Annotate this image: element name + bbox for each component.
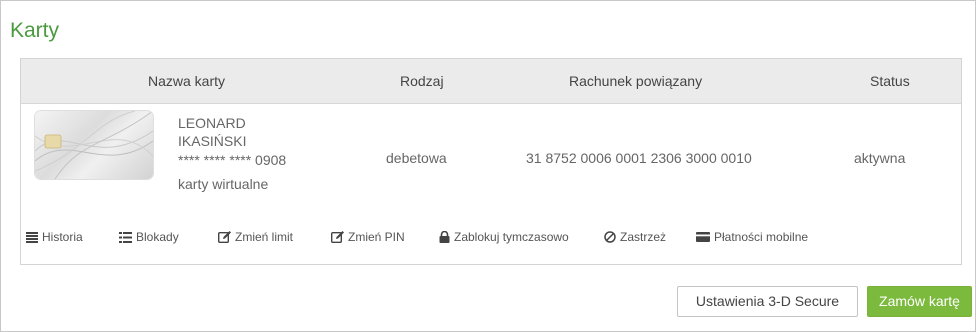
edit-icon <box>331 231 344 243</box>
action-label: Historia <box>42 230 83 244</box>
action-label: Zmień limit <box>235 230 294 244</box>
action-change-pin[interactable]: Zmień PIN <box>331 230 405 244</box>
order-card-button[interactable]: Zamów kartę <box>867 286 972 317</box>
action-label: Zablokuj tymczasowo <box>454 230 569 244</box>
card-owner-last-name: IKASIŃSKI <box>178 133 247 149</box>
bullet-list-icon <box>119 231 132 243</box>
list-icon <box>26 231 38 243</box>
lock-icon <box>439 231 450 243</box>
card-status: aktywna <box>854 150 906 166</box>
column-header-type: Rodzaj <box>400 73 444 89</box>
action-restrict[interactable]: Zastrzeż <box>604 230 666 244</box>
cards-panel: Nazwa karty Rodzaj Rachunek powiązany St… <box>20 58 962 265</box>
edit-icon <box>218 231 231 243</box>
action-history[interactable]: Historia <box>26 230 83 244</box>
credit-card-icon <box>696 232 710 242</box>
column-header-status: Status <box>870 73 910 89</box>
action-temporary-block[interactable]: Zablokuj tymczasowo <box>439 230 569 244</box>
action-mobile-payments[interactable]: Płatności mobilne <box>696 230 808 244</box>
action-label: Blokady <box>136 230 179 244</box>
card-image <box>35 111 153 179</box>
card-masked-number: **** **** **** 0908 <box>178 152 287 168</box>
card-category: karty wirtualne <box>178 176 269 192</box>
card-owner-first-name: LEONARD <box>178 115 246 131</box>
action-label: Płatności mobilne <box>714 230 809 244</box>
table-header: Nazwa karty Rodzaj Rachunek powiązany St… <box>21 59 961 104</box>
action-change-limit[interactable]: Zmień limit <box>218 230 293 244</box>
page-title: Karty <box>10 19 60 42</box>
action-label: Zastrzeż <box>620 230 667 244</box>
action-blocks[interactable]: Blokady <box>119 230 179 244</box>
card-type: debetowa <box>386 150 447 166</box>
action-label: Zmień PIN <box>348 230 405 244</box>
card-actions: Historia Blokady Zmień limit Zmień PIN Z <box>21 227 961 249</box>
column-header-account: Rachunek powiązany <box>569 73 703 89</box>
ban-icon <box>604 231 616 243</box>
3d-secure-settings-button[interactable]: Ustawienia 3-D Secure <box>677 286 858 317</box>
column-header-card-name: Nazwa karty <box>148 73 226 89</box>
linked-account: 31 8752 0006 0001 2306 3000 0010 <box>526 150 752 166</box>
